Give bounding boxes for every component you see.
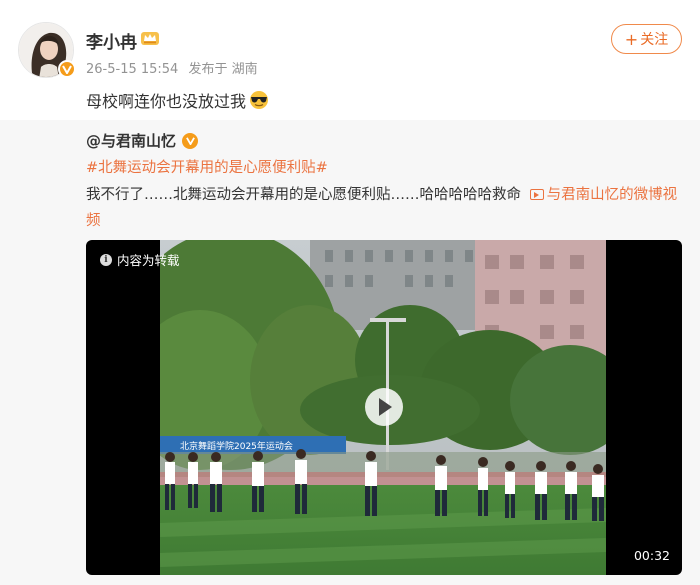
sunglasses-emoji-icon [248,90,270,110]
follow-button[interactable]: + 关注 [611,24,682,54]
repost-author-name[interactable]: @与君南山忆 [86,130,176,151]
video-player[interactable]: i 内容为转载 北京舞蹈学院2025年运动会 00:32 [86,240,682,575]
repost-body: 我不行了……北舞运动会开幕用的是心愿便利贴……哈哈哈哈哈救命 [86,187,521,203]
play-button[interactable] [365,388,403,426]
verified-badge-icon [58,60,76,78]
post-content: 母校啊连你也没放过我 [86,88,270,112]
plus-icon: + [624,29,639,49]
repost-badge: i 内容为转载 [100,250,180,269]
verified-badge-icon [182,132,199,149]
post-time[interactable]: 26-5-15 15:54 [86,62,178,77]
video-banner-text: 北京舞蹈学院2025年运动会 [180,440,293,452]
crown-icon [140,29,160,47]
username[interactable]: 李小冉 [86,28,137,53]
post-text: 母校啊连你也没放过我 [86,92,247,111]
post-meta: 26-5-15 15:54 发布于 湖南 [86,58,264,77]
post-location: 发布于 湖南 [188,62,258,77]
video-link-icon [529,189,544,200]
follow-label: 关注 [640,32,669,48]
repost-author[interactable]: @与君南山忆 [86,130,199,151]
topic-link[interactable]: #北舞运动会开幕用的是心愿便利贴# [86,156,328,177]
avatar[interactable] [18,22,76,78]
video-duration: 00:32 [633,548,670,563]
weibo-post: 李小冉 26-5-15 15:54 发布于 湖南 + 关注 母校啊连你也没放过我… [0,0,700,585]
repost-badge-label: 内容为转载 [117,253,180,268]
info-icon: i [100,253,112,266]
repost-text: 我不行了……北舞运动会开幕用的是心愿便利贴……哈哈哈哈哈救命 与君南山忆的微博视… [86,182,686,234]
